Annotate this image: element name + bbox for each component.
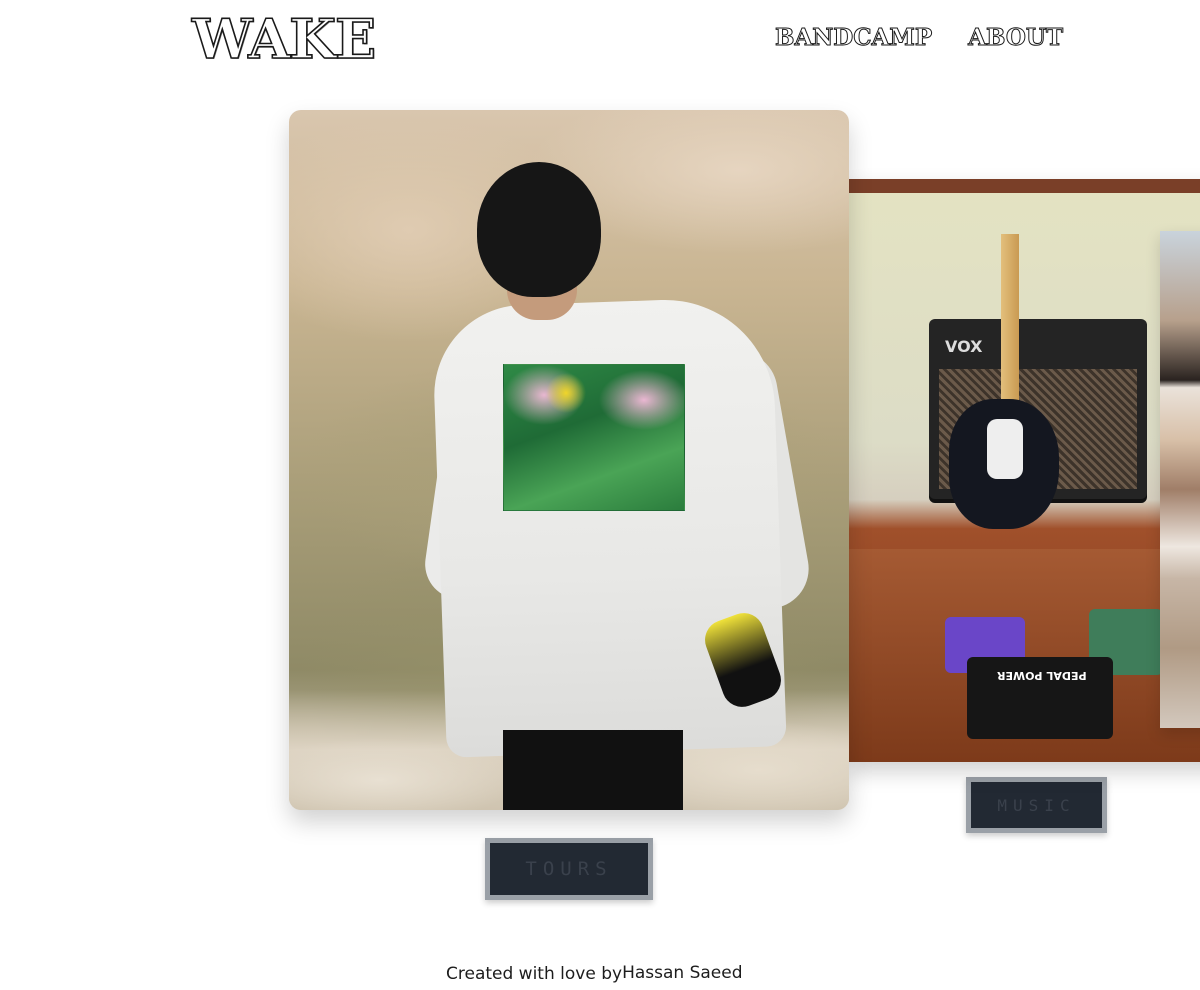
footer-author: Hassan Saeed (622, 963, 743, 983)
footer-credit: Created with love byHassan Saeed (446, 963, 743, 984)
person-pants (503, 730, 683, 810)
site-logo[interactable]: WAKE (191, 6, 377, 67)
pedal-power-supply: PEDAL POWER (967, 657, 1113, 739)
music-button[interactable]: MUSIC (966, 777, 1107, 833)
tours-photo-card[interactable] (289, 110, 849, 810)
picture-frame (849, 179, 1200, 193)
amp-brand: VOX (945, 337, 983, 356)
music-photo-card[interactable]: VOX PEDAL POWER (849, 179, 1200, 762)
shirt-print-artwork (503, 364, 685, 511)
nav-link-about[interactable]: ABOUT (968, 24, 1064, 52)
photo-card-partial[interactable] (1160, 231, 1200, 728)
guitar-pickguard (987, 419, 1023, 479)
pedal-power-label: PEDAL POWER (997, 669, 1087, 682)
person-head (477, 162, 601, 297)
nav-link-bandcamp[interactable]: BANDCAMP (774, 24, 932, 52)
tours-button[interactable]: TOURS (485, 838, 653, 900)
page: WAKE BANDCAMP ABOUT VOX PEDAL POWER TOUR… (0, 0, 1200, 990)
main-nav: BANDCAMP ABOUT (774, 24, 1064, 52)
footer-credit-prefix: Created with love by (446, 964, 623, 984)
